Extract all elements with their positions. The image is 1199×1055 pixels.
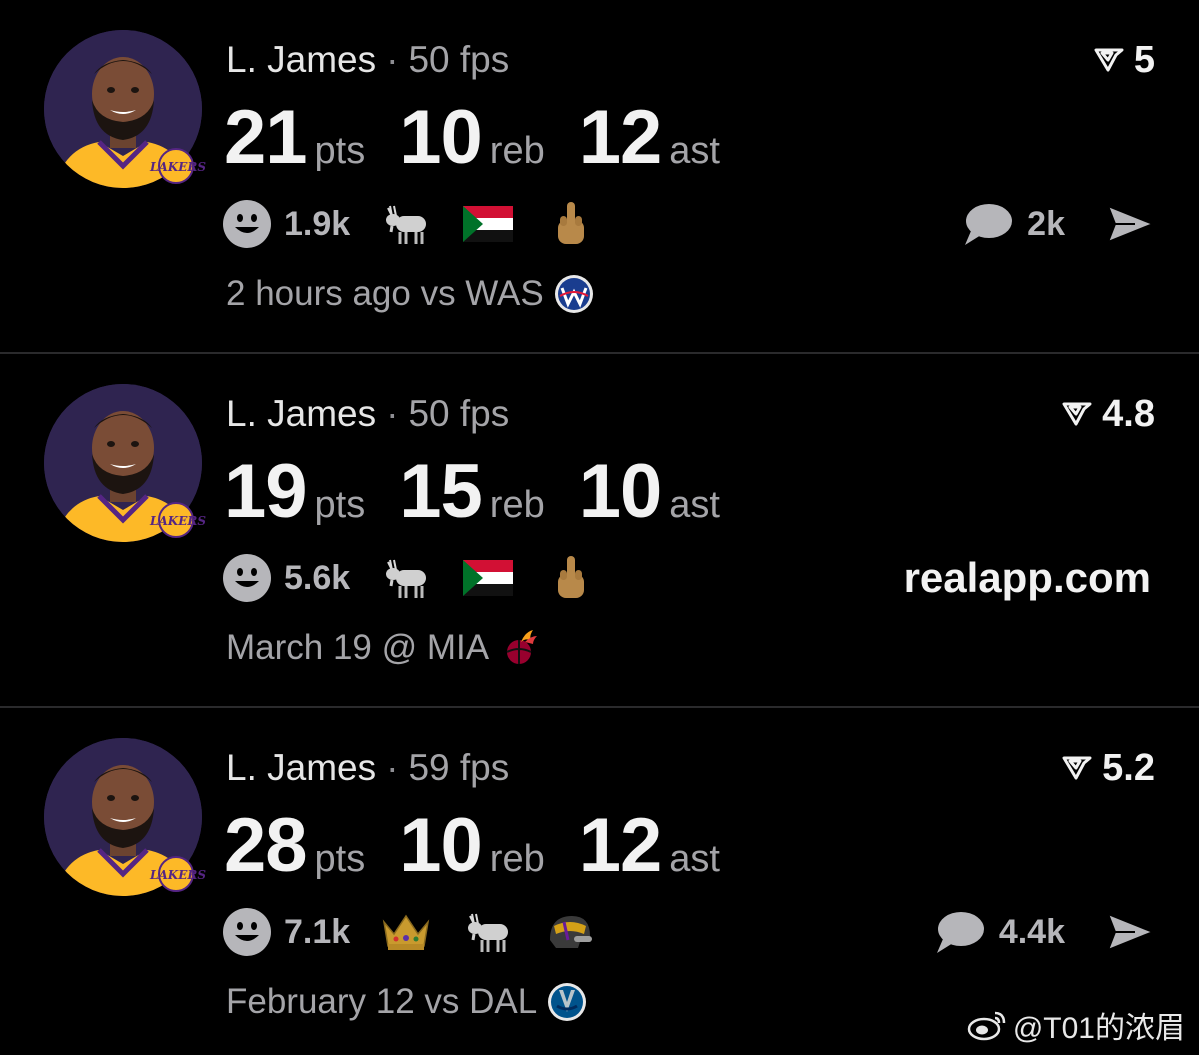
game-time-text: February 12 vs DAL xyxy=(226,982,538,1021)
points-value: 28 xyxy=(224,803,308,888)
svg-text:LAKERS: LAKERS xyxy=(149,868,206,882)
smiley-icon xyxy=(223,908,271,956)
reactions-row: 1.9k xyxy=(222,198,626,250)
card-header: L. James · 50 fps xyxy=(226,38,509,82)
game-info[interactable]: March 19 @ MIA xyxy=(226,628,539,668)
rating-value: 5 xyxy=(1133,39,1155,81)
feed-card[interactable]: LAKERS L. James · 50 fps 4.8 19 pts 15 reb 1… xyxy=(0,354,1199,706)
game-info[interactable]: 2 hours ago vs WAS xyxy=(226,274,594,314)
goat-icon[interactable] xyxy=(380,202,432,246)
stat-line: 21 pts 10 reb 12 ast xyxy=(224,94,754,181)
sudan-flag-icon[interactable] xyxy=(462,556,514,600)
points-unit: pts xyxy=(314,484,366,526)
watermark: @T01的浓眉 xyxy=(967,1003,1185,1047)
rebounds-value: 15 xyxy=(399,449,483,534)
comment-icon[interactable] xyxy=(961,201,1013,247)
heat-logo-icon xyxy=(506,630,538,664)
fps-label: 50 fps xyxy=(408,39,510,80)
rating-arrow-icon xyxy=(1062,402,1092,426)
comment-icon[interactable] xyxy=(933,909,985,955)
crown-icon[interactable] xyxy=(380,910,432,954)
points-value: 21 xyxy=(224,95,308,180)
react-button[interactable]: 7.1k xyxy=(222,907,380,957)
share-icon[interactable] xyxy=(1105,203,1155,245)
reactions-row: 7.1k xyxy=(222,906,626,958)
goat-icon[interactable] xyxy=(462,910,514,954)
player-name[interactable]: L. James xyxy=(226,393,376,434)
card-header: L. James · 59 fps xyxy=(226,746,509,790)
assists-value: 10 xyxy=(578,449,663,534)
site-url[interactable]: realapp.com xyxy=(904,552,1151,604)
separator: · xyxy=(386,747,399,788)
middle-finger-icon[interactable] xyxy=(544,556,596,600)
comment-count[interactable]: 4.4k xyxy=(999,913,1065,952)
smiley-icon xyxy=(223,200,271,248)
rebounds-unit: reb xyxy=(489,484,545,526)
reaction-count: 7.1k xyxy=(284,912,351,951)
points-unit: pts xyxy=(314,130,366,172)
fps-label: 59 fps xyxy=(408,747,510,788)
rating[interactable]: 5.2 xyxy=(1062,746,1155,790)
rebounds-unit: reb xyxy=(489,130,545,172)
game-time-text: March 19 @ MIA xyxy=(226,628,490,667)
sudan-flag-icon[interactable] xyxy=(462,202,514,246)
rating-value: 4.8 xyxy=(1102,393,1155,435)
share-icon[interactable] xyxy=(1105,911,1155,953)
comment-count[interactable]: 2k xyxy=(1027,205,1065,244)
rating[interactable]: 5 xyxy=(1094,38,1155,82)
helmet-icon[interactable] xyxy=(544,910,596,954)
smiley-icon xyxy=(223,554,271,602)
middle-finger-icon[interactable] xyxy=(544,202,596,246)
weibo-logo-icon xyxy=(967,1011,1006,1041)
goat-icon[interactable] xyxy=(380,556,432,600)
reaction-count: 5.6k xyxy=(284,558,351,597)
rebounds-value: 10 xyxy=(399,95,483,180)
rating[interactable]: 4.8 xyxy=(1062,392,1155,436)
points-value: 19 xyxy=(224,449,308,534)
player-name[interactable]: L. James xyxy=(226,747,376,788)
assists-value: 12 xyxy=(578,95,663,180)
mavericks-logo-icon xyxy=(548,983,587,1021)
reaction-count: 1.9k xyxy=(284,204,351,243)
stat-line: 28 pts 10 reb 12 ast xyxy=(224,802,754,889)
stat-line: 19 pts 15 reb 10 ast xyxy=(224,448,754,535)
lakers-logo-icon: LAKERS xyxy=(149,502,206,538)
wizards-logo-icon xyxy=(554,275,593,313)
rebounds-unit: reb xyxy=(489,838,545,880)
rating-arrow-icon xyxy=(1062,756,1092,780)
assists-value: 12 xyxy=(578,803,663,888)
lakers-logo-icon: LAKERS xyxy=(149,148,206,184)
svg-text:LAKERS: LAKERS xyxy=(149,514,206,528)
react-button[interactable]: 5.6k xyxy=(222,553,380,603)
fps-label: 50 fps xyxy=(408,393,510,434)
game-time-text: 2 hours ago vs WAS xyxy=(226,274,544,313)
rating-arrow-icon xyxy=(1094,48,1124,72)
react-button[interactable]: 1.9k xyxy=(222,199,380,249)
assists-unit: ast xyxy=(669,484,720,526)
points-unit: pts xyxy=(314,838,366,880)
assists-unit: ast xyxy=(669,838,720,880)
rebounds-value: 10 xyxy=(399,803,483,888)
reactions-row: 5.6k xyxy=(222,552,626,604)
feed-card[interactable]: LAKERS L. James · 50 fps 5 21 pts 10 reb 12 a… xyxy=(0,0,1199,352)
actions-row: 2k xyxy=(961,198,1155,250)
watermark-text: @T01的浓眉 xyxy=(1012,1012,1185,1045)
rating-value: 5.2 xyxy=(1102,747,1155,789)
separator: · xyxy=(386,39,399,80)
assists-unit: ast xyxy=(669,130,720,172)
separator: · xyxy=(386,393,399,434)
lakers-logo-icon: LAKERS xyxy=(149,856,206,892)
game-info[interactable]: February 12 vs DAL xyxy=(226,982,587,1022)
actions-row: 4.4k xyxy=(933,906,1155,958)
svg-text:LAKERS: LAKERS xyxy=(149,160,206,174)
card-header: L. James · 50 fps xyxy=(226,392,509,436)
player-name[interactable]: L. James xyxy=(226,39,376,80)
